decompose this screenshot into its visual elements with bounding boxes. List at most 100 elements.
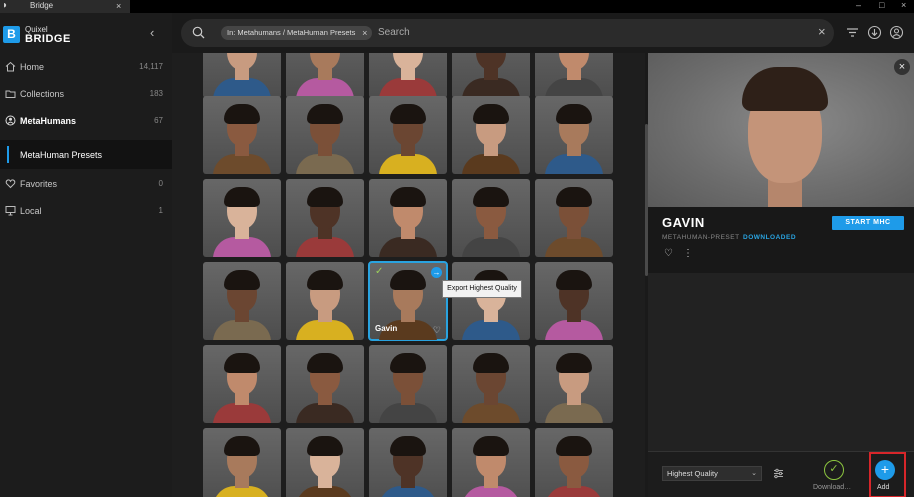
- sidebar-item-count: 67: [154, 116, 163, 125]
- preset-tile[interactable]: [286, 53, 364, 98]
- export-tooltip: Export Highest Quality: [442, 280, 522, 298]
- start-mhc-button[interactable]: START MHC: [832, 216, 904, 230]
- preset-tile[interactable]: [452, 53, 530, 98]
- filter-icon[interactable]: [845, 25, 860, 40]
- add-label: Add: [877, 484, 890, 491]
- preset-tile[interactable]: [369, 345, 447, 423]
- preset-tile[interactable]: [203, 96, 281, 174]
- avatar-body: [213, 320, 271, 340]
- avatar-hair: [556, 187, 592, 207]
- chevron-down-icon: ⌄: [751, 470, 757, 477]
- favorite-icon[interactable]: ♡: [664, 248, 673, 259]
- avatar-body: [545, 78, 603, 98]
- preset-tile[interactable]: [535, 96, 613, 174]
- sidebar-item-label: Favorites: [20, 179, 58, 189]
- avatar-hair: [224, 353, 260, 373]
- avatar-body: [296, 320, 354, 340]
- avatar-body: [296, 154, 354, 174]
- collapse-sidebar-button[interactable]: ‹: [150, 26, 154, 40]
- sidebar-item-label: Collections: [20, 89, 65, 99]
- preset-tile-selected[interactable]: ✓ → Gavin ♡: [368, 261, 448, 341]
- avatar-hair: [224, 436, 260, 456]
- preset-tile[interactable]: [452, 179, 530, 257]
- avatar-hair: [390, 104, 426, 124]
- preset-tile[interactable]: [535, 53, 613, 98]
- sidebar-item-local[interactable]: Local 1: [0, 198, 172, 224]
- preset-tile[interactable]: [203, 428, 281, 497]
- asset-type: METAHUMAN-PRESET: [662, 234, 740, 241]
- avatar-body: [379, 403, 437, 423]
- minimize-button[interactable]: –: [856, 0, 861, 10]
- preset-tile[interactable]: [286, 179, 364, 257]
- quality-select[interactable]: Highest Quality ⌄: [662, 466, 762, 481]
- preset-tile[interactable]: [452, 262, 530, 340]
- preset-tile[interactable]: [452, 428, 530, 497]
- preset-grid: ✓ → Gavin ♡: [172, 53, 647, 497]
- preset-tile[interactable]: [286, 428, 364, 497]
- avatar-body: [296, 78, 354, 98]
- filter-chip[interactable]: In: Metahumans / MetaHuman Presets ×: [221, 26, 373, 40]
- sidebar-item-count: 0: [158, 179, 163, 188]
- search-clear-button[interactable]: ×: [818, 25, 826, 39]
- preview-hair: [742, 67, 828, 111]
- preset-tile[interactable]: [369, 428, 447, 497]
- more-options-icon[interactable]: ⋮: [683, 248, 693, 259]
- sidebar-item-collections[interactable]: Collections 183: [0, 81, 172, 107]
- download-button[interactable]: ✓: [824, 460, 844, 480]
- preset-tile[interactable]: [286, 96, 364, 174]
- avatar-hair: [473, 104, 509, 124]
- avatar-hair: [390, 187, 426, 207]
- quality-value: Highest Quality: [667, 469, 718, 478]
- preset-tile[interactable]: [286, 262, 364, 340]
- bridge-app: ◗ Bridge × – □ × B Quixel BRIDGE ‹ Home …: [0, 0, 914, 497]
- preset-tile[interactable]: [203, 345, 281, 423]
- preset-tile[interactable]: [369, 96, 447, 174]
- avatar-hair: [556, 270, 592, 290]
- metahuman-icon: [5, 115, 16, 126]
- search-box[interactable]: In: Metahumans / MetaHuman Presets × ×: [181, 19, 834, 47]
- sidebar-item-home[interactable]: Home 14,117: [0, 54, 172, 80]
- action-bar: Highest Quality ⌄ ✓ Download… + Add: [648, 451, 914, 497]
- preset-tile[interactable]: [369, 53, 447, 98]
- preset-tile[interactable]: [535, 345, 613, 423]
- avatar-body: [296, 237, 354, 257]
- search-input[interactable]: [378, 24, 798, 41]
- preset-tile[interactable]: [535, 179, 613, 257]
- preset-tile[interactable]: [203, 179, 281, 257]
- preset-tile[interactable]: [452, 345, 530, 423]
- active-indicator: [7, 146, 9, 163]
- preset-tile[interactable]: [286, 345, 364, 423]
- sidebar-item-metahuman-presets[interactable]: MetaHuman Presets: [0, 140, 172, 169]
- sidebar-item-label: Home: [20, 62, 45, 72]
- add-button[interactable]: +: [875, 460, 895, 480]
- preset-tile[interactable]: [369, 179, 447, 257]
- close-detail-button[interactable]: ×: [894, 59, 910, 75]
- window-tab[interactable]: ◗ Bridge ×: [0, 0, 130, 13]
- preset-tile[interactable]: [452, 96, 530, 174]
- avatar-hair: [307, 104, 343, 124]
- avatar-body: [545, 320, 603, 340]
- avatar-hair: [390, 436, 426, 456]
- sidebar-item-metahumans[interactable]: MetaHumans 67: [0, 108, 172, 134]
- tab-close-button[interactable]: ×: [116, 0, 121, 12]
- avatar-hair: [556, 353, 592, 373]
- window-title: Bridge: [30, 1, 54, 10]
- avatar-hair: [224, 270, 260, 290]
- preset-tile[interactable]: [535, 262, 613, 340]
- heart-icon[interactable]: ♡: [433, 325, 441, 335]
- export-icon[interactable]: →: [431, 267, 442, 278]
- download-status: DOWNLOADED: [743, 234, 797, 241]
- sidebar-item-favorites[interactable]: Favorites 0: [0, 171, 172, 197]
- sidebar-item-count: 183: [149, 89, 163, 98]
- preset-tile[interactable]: [535, 428, 613, 497]
- brand-logo[interactable]: B Quixel BRIDGE: [3, 25, 123, 45]
- avatar-face: [393, 53, 423, 70]
- preset-tile[interactable]: [203, 262, 281, 340]
- download-icon[interactable]: [867, 25, 882, 40]
- preset-tile[interactable]: [203, 53, 281, 98]
- sliders-icon[interactable]: [772, 467, 785, 480]
- filter-chip-remove-button[interactable]: ×: [362, 26, 367, 40]
- account-icon[interactable]: [889, 25, 904, 40]
- window-close-button[interactable]: ×: [901, 0, 906, 10]
- maximize-button[interactable]: □: [879, 0, 884, 10]
